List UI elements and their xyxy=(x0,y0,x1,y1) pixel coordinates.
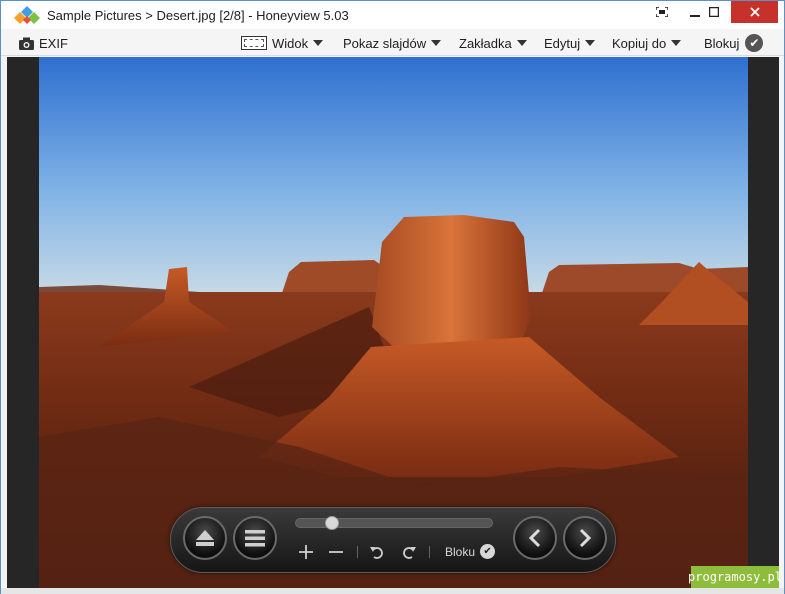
menu-button[interactable] xyxy=(233,516,277,560)
edit-label: Edytuj xyxy=(544,35,581,51)
next-icon xyxy=(579,528,592,548)
watermark: programosy.pl xyxy=(688,566,782,588)
rotate-left-button[interactable] xyxy=(366,542,388,562)
zoom-out-icon xyxy=(329,551,343,553)
menu-icon xyxy=(245,530,265,547)
slideshow-label: Pokaz slajdów xyxy=(343,35,427,51)
zoom-out-button[interactable] xyxy=(326,542,346,562)
viewer-control-bar: Bloku ✔ xyxy=(170,507,616,573)
bookmark-menu[interactable]: Zakładka xyxy=(459,34,527,52)
divider xyxy=(429,546,430,558)
maximize-icon xyxy=(709,7,719,17)
window-title: Sample Pictures > Desert.jpg [2/8] - Hon… xyxy=(47,8,349,23)
control-lock-button[interactable]: Bloku ✔ xyxy=(445,544,496,559)
seek-slider[interactable] xyxy=(295,516,493,530)
toolbar: EXIF Widok Pokaz slajdów Zakładka Edytuj… xyxy=(1,29,784,56)
exif-button[interactable]: EXIF xyxy=(19,34,68,52)
exif-label: EXIF xyxy=(39,35,68,51)
chevron-down-icon xyxy=(671,40,682,46)
camera-icon xyxy=(19,37,34,50)
view-menu[interactable]: Widok xyxy=(241,34,324,52)
maximize-button[interactable] xyxy=(698,1,730,23)
eject-icon xyxy=(196,530,214,546)
copy-to-menu[interactable]: Kopiuj do xyxy=(612,34,682,52)
title-bar[interactable]: Sample Pictures > Desert.jpg [2/8] - Hon… xyxy=(1,1,784,29)
rotate-right-button[interactable] xyxy=(398,542,420,562)
chevron-down-icon xyxy=(431,40,442,46)
seek-slider-thumb[interactable] xyxy=(325,516,339,530)
window-bottom-border xyxy=(1,588,784,594)
view-label: Widok xyxy=(272,35,309,51)
zoom-in-button[interactable] xyxy=(296,542,316,562)
fit-window-icon xyxy=(241,36,267,50)
slideshow-menu[interactable]: Pokaz slajdów xyxy=(343,34,442,52)
fullscreen-icon xyxy=(656,7,668,17)
edit-menu[interactable]: Edytuj xyxy=(544,34,596,52)
previous-icon xyxy=(528,528,541,548)
fullscreen-button[interactable] xyxy=(646,1,678,23)
previous-image-button[interactable] xyxy=(513,516,557,560)
check-icon: ✔ xyxy=(480,544,496,559)
close-icon xyxy=(749,7,760,17)
lock-button[interactable]: Blokuj ✔ xyxy=(704,34,764,52)
close-button[interactable] xyxy=(731,1,778,23)
copy-to-label: Kopiuj do xyxy=(612,35,667,51)
divider xyxy=(357,546,358,558)
bookmark-label: Zakładka xyxy=(459,35,512,51)
zoom-in-icon xyxy=(299,545,313,559)
control-lock-label: Bloku xyxy=(445,544,476,559)
chevron-down-icon xyxy=(516,40,527,46)
chevron-down-icon xyxy=(313,40,324,46)
chevron-down-icon xyxy=(585,40,596,46)
open-file-button[interactable] xyxy=(183,516,227,560)
lock-label: Blokuj xyxy=(704,35,740,51)
check-icon: ✔ xyxy=(745,34,764,52)
app-window: Sample Pictures > Desert.jpg [2/8] - Hon… xyxy=(0,0,785,594)
next-image-button[interactable] xyxy=(563,516,607,560)
rotate-left-icon xyxy=(370,547,383,559)
rotate-right-icon xyxy=(403,547,416,559)
honeyview-logo-icon xyxy=(13,5,41,27)
